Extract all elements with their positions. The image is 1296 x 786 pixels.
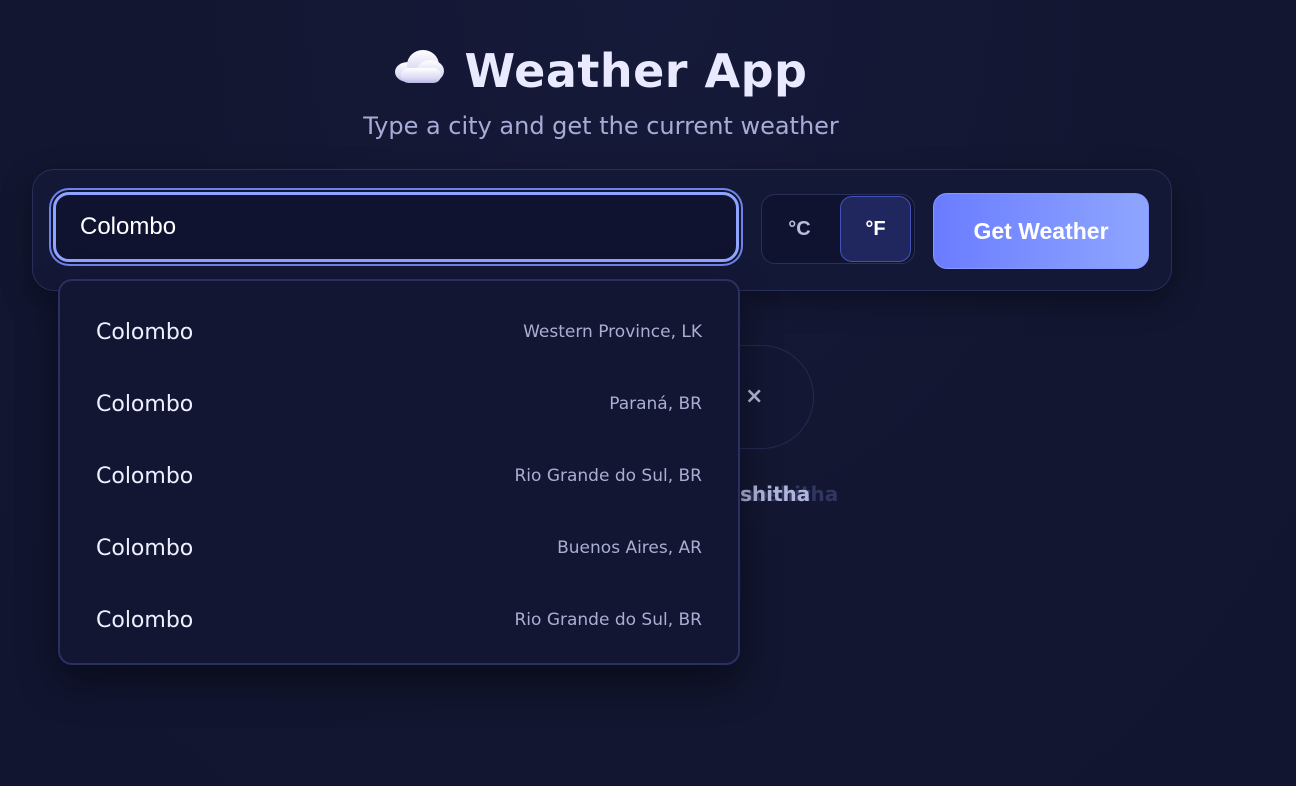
suggestion-region: Western Province, LK xyxy=(523,322,702,342)
suggestion-region: Rio Grande do Sul, BR xyxy=(514,466,702,486)
suggestion-city: Colombo xyxy=(96,535,194,561)
unit-celsius-button[interactable]: °C xyxy=(765,197,834,261)
close-attribution-button[interactable]: × xyxy=(745,384,763,409)
city-search-input[interactable] xyxy=(53,192,739,262)
unit-fahrenheit-button[interactable]: °F xyxy=(840,196,911,262)
suggestion-region: Paraná, BR xyxy=(609,394,702,414)
unit-toggle: °C °F xyxy=(761,194,915,264)
suggestion-region: Rio Grande do Sul, BR xyxy=(514,610,702,630)
suggestion-region: Buenos Aires, AR xyxy=(557,538,702,558)
suggestion-city: Colombo xyxy=(96,391,194,417)
suggestion-city: Colombo xyxy=(96,463,194,489)
city-suggestions-dropdown: Colombo Western Province, LK Colombo Par… xyxy=(58,279,740,665)
app-header: Weather App Type a city and get the curr… xyxy=(0,38,1202,140)
suggestion-item[interactable]: Colombo Paraná, BR xyxy=(60,368,738,440)
suggestion-item[interactable]: Colombo Western Province, LK xyxy=(60,296,738,368)
search-card: °C °F Get Weather xyxy=(32,169,1172,291)
author-name-visible-part: shitha xyxy=(740,482,811,506)
app-title: Weather App xyxy=(464,44,808,98)
suggestion-item[interactable]: Colombo Rio Grande do Sul, BR xyxy=(60,440,738,512)
suggestion-item[interactable]: Colombo Rio Grande do Sul, BR xyxy=(60,584,738,656)
get-weather-button[interactable]: Get Weather xyxy=(933,193,1149,269)
cloud-icon xyxy=(394,50,445,84)
suggestion-city: Colombo xyxy=(96,319,194,345)
suggestion-city: Colombo xyxy=(96,607,194,633)
suggestion-item[interactable]: Colombo Buenos Aires, AR xyxy=(60,512,738,584)
app-subtitle: Type a city and get the current weather xyxy=(363,112,839,140)
title-row: Weather App xyxy=(0,38,1202,104)
